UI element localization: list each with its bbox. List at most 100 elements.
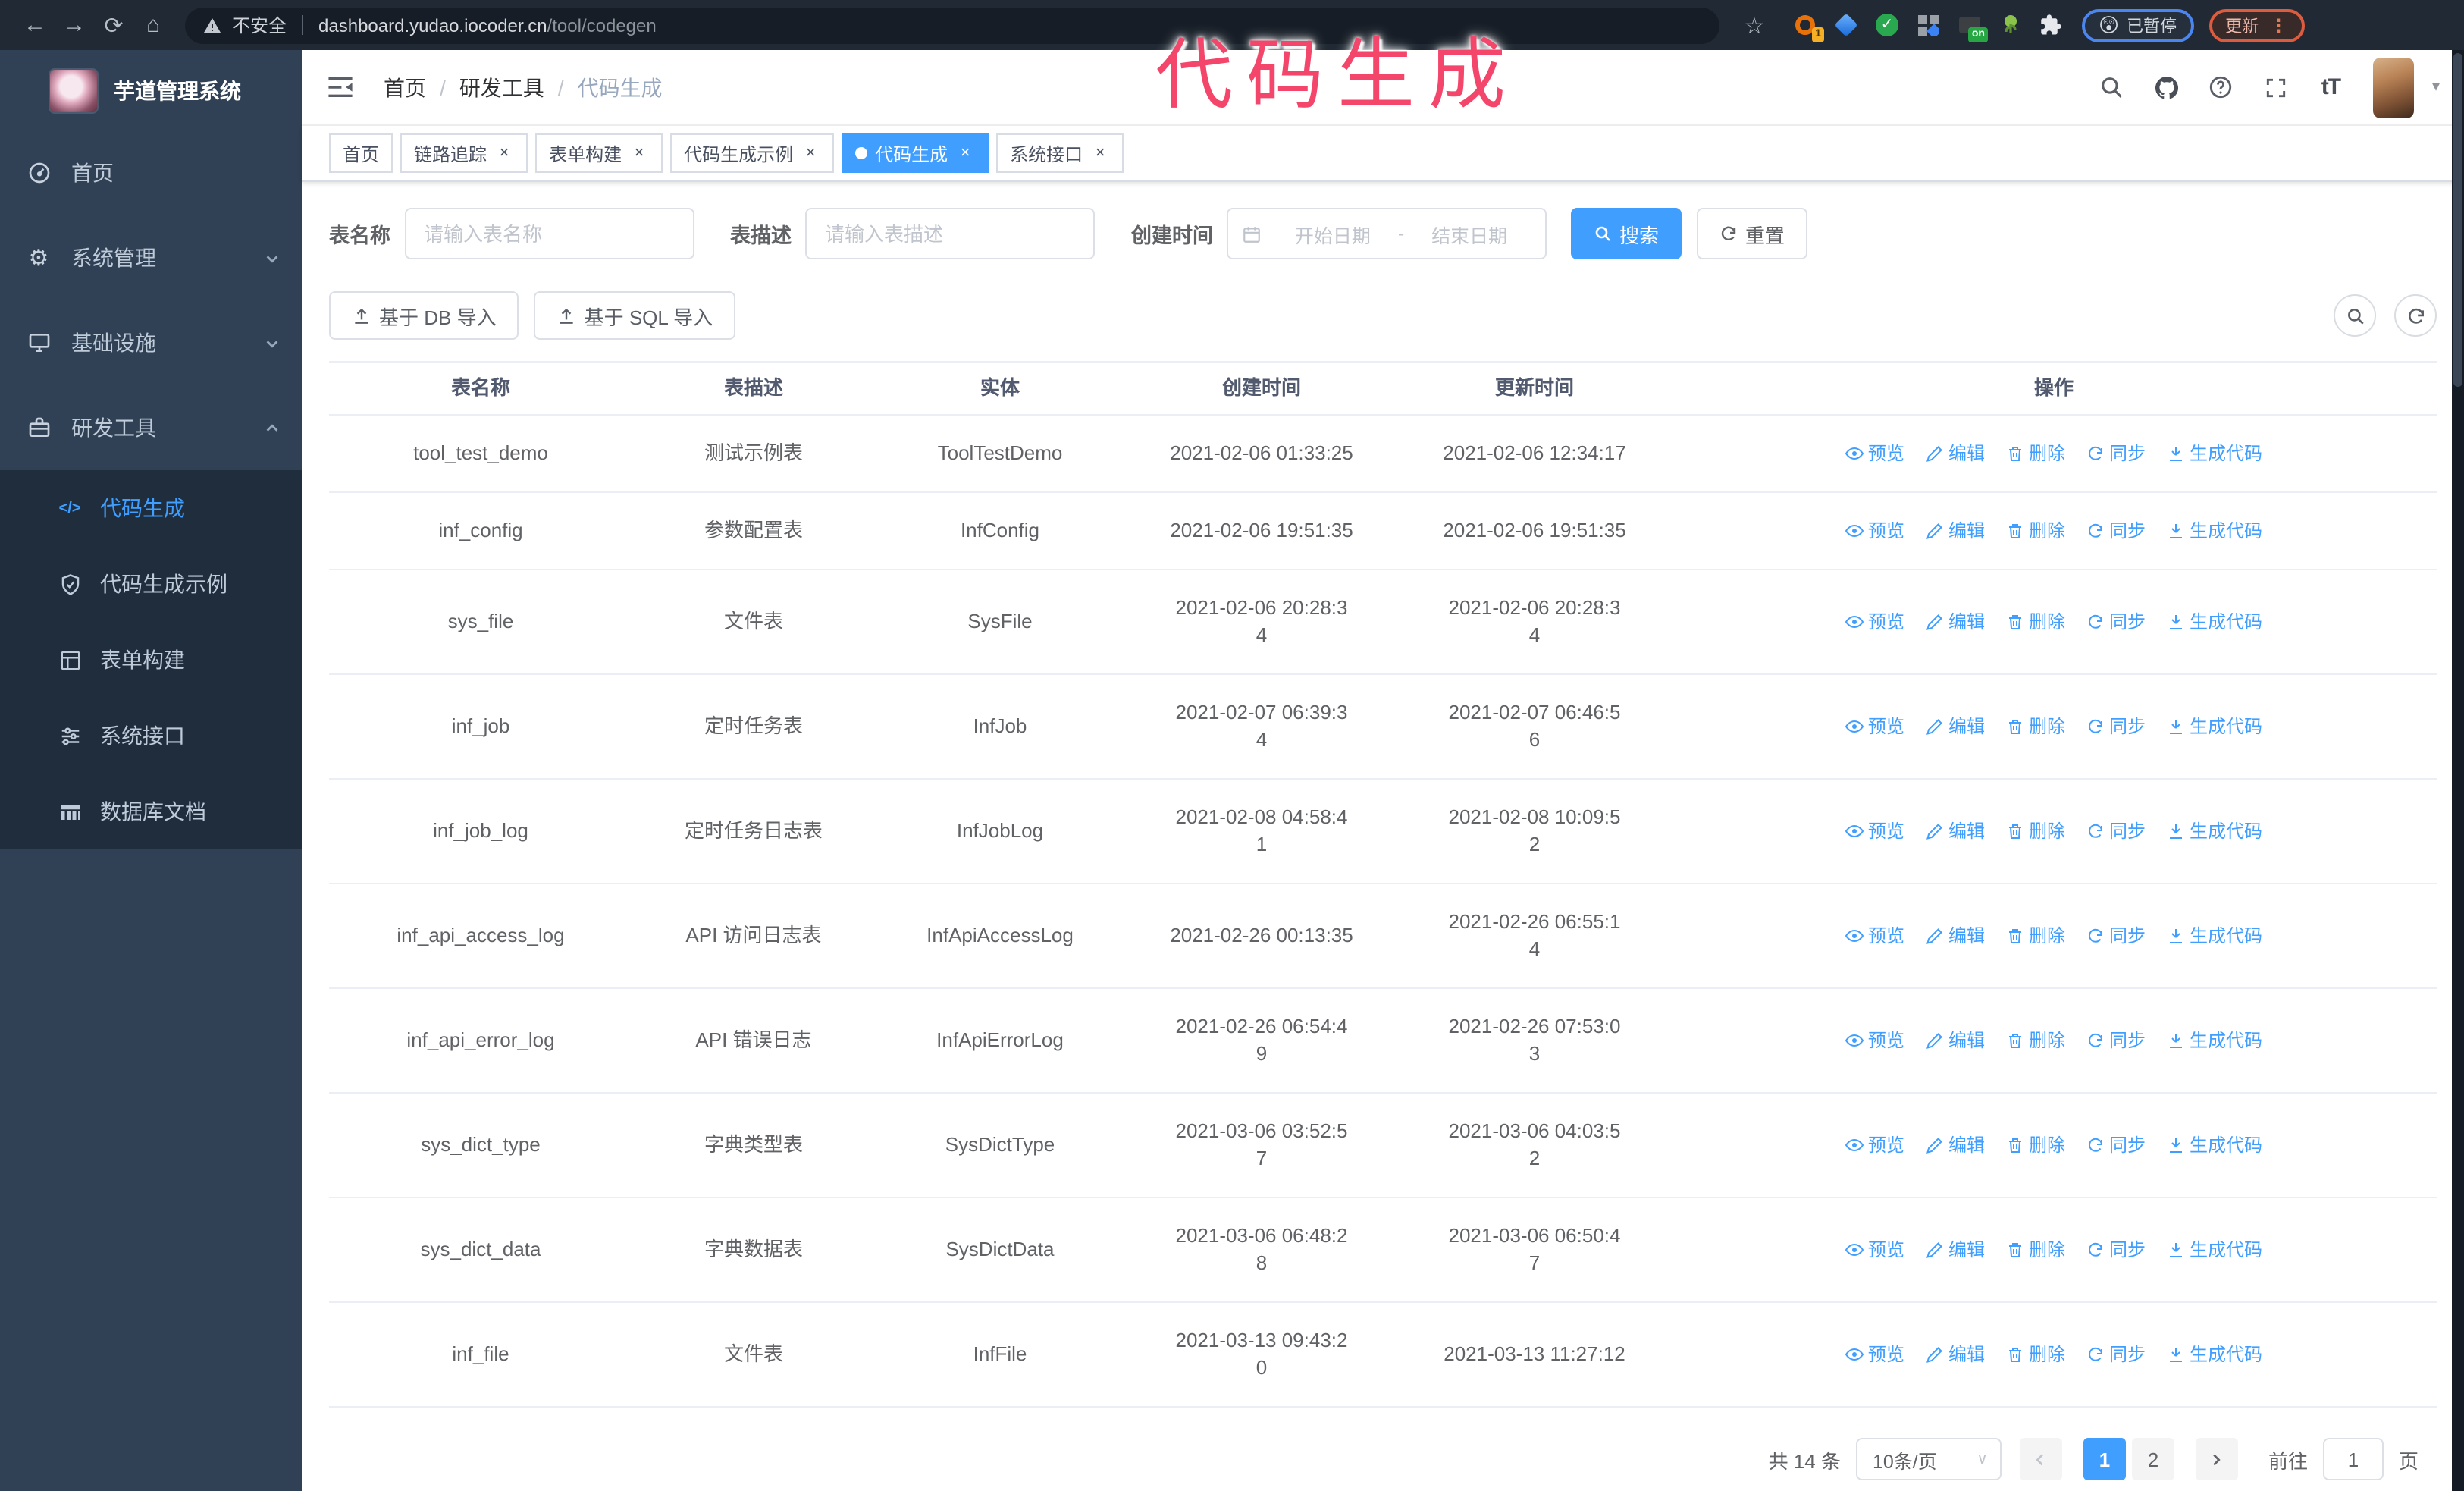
browser-forward-icon[interactable]: →	[55, 5, 94, 45]
generate-code-link[interactable]: 生成代码	[2167, 922, 2262, 950]
preview-link[interactable]: 预览	[1845, 818, 1904, 845]
tab-close-icon[interactable]: ×	[955, 143, 975, 163]
sync-link[interactable]: 同步	[2086, 608, 2146, 636]
date-range-picker[interactable]: 开始日期 - 结束日期	[1227, 208, 1547, 259]
generate-code-link[interactable]: 生成代码	[2167, 1027, 2262, 1054]
sidebar-item-db-doc[interactable]: 数据库文档	[0, 774, 302, 849]
extension-orange-icon[interactable]: 1	[1792, 12, 1824, 42]
edit-link[interactable]: 编辑	[1926, 440, 1985, 467]
preview-link[interactable]: 预览	[1845, 517, 1904, 545]
goto-page-input[interactable]	[2322, 1438, 2384, 1480]
prev-page-button[interactable]	[2019, 1438, 2062, 1480]
sidebar-item-home[interactable]: 首页	[0, 130, 302, 215]
fullscreen-icon[interactable]	[2252, 49, 2300, 125]
breadcrumb-item[interactable]: 首页	[384, 72, 426, 102]
edit-link[interactable]: 编辑	[1926, 1027, 1985, 1054]
edit-link[interactable]: 编辑	[1926, 922, 1985, 950]
table-desc-input[interactable]	[805, 208, 1095, 259]
extension-on-icon[interactable]: on	[1956, 12, 1988, 42]
header-search-icon[interactable]	[2088, 49, 2136, 125]
generate-code-link[interactable]: 生成代码	[2167, 713, 2262, 740]
tab-close-icon[interactable]: ×	[1090, 143, 1110, 163]
preview-link[interactable]: 预览	[1845, 1027, 1904, 1054]
generate-code-link[interactable]: 生成代码	[2167, 517, 2262, 545]
refresh-table-button[interactable]	[2394, 294, 2437, 337]
generate-code-link[interactable]: 生成代码	[2167, 608, 2262, 636]
profile-paused-pill[interactable]: 😲 已暂停	[2082, 8, 2194, 42]
extension-green-icon[interactable]	[1997, 12, 2023, 38]
delete-link[interactable]: 删除	[2006, 1341, 2065, 1368]
font-size-icon[interactable]: tT	[2306, 49, 2355, 125]
scrollbar-thumb[interactable]	[2453, 53, 2462, 387]
breadcrumb-item[interactable]: 研发工具	[459, 72, 544, 102]
sidebar-item-system-api[interactable]: 系统接口	[0, 698, 302, 774]
sync-link[interactable]: 同步	[2086, 1027, 2146, 1054]
preview-link[interactable]: 预览	[1845, 922, 1904, 950]
page-size-select[interactable]: 10条/页 ∨	[1855, 1438, 2002, 1480]
edit-link[interactable]: 编辑	[1926, 713, 1985, 740]
preview-link[interactable]: 预览	[1845, 440, 1904, 467]
edit-link[interactable]: 编辑	[1926, 517, 1985, 545]
generate-code-link[interactable]: 生成代码	[2167, 1341, 2262, 1368]
edit-link[interactable]: 编辑	[1926, 1236, 1985, 1263]
github-icon[interactable]	[2143, 49, 2191, 125]
delete-link[interactable]: 删除	[2006, 517, 2065, 545]
delete-link[interactable]: 删除	[2006, 818, 2065, 845]
toggle-search-button[interactable]	[2334, 294, 2376, 337]
sidebar-item-infra[interactable]: 基础设施	[0, 300, 302, 385]
reset-button[interactable]: 重置	[1697, 208, 1808, 259]
delete-link[interactable]: 删除	[2006, 1236, 2065, 1263]
sidebar-item-system[interactable]: ⚙ 系统管理	[0, 215, 302, 300]
sidebar-logo-row[interactable]: 芋道管理系统	[0, 50, 302, 130]
sidebar-toggle-icon[interactable]	[317, 64, 362, 110]
preview-link[interactable]: 预览	[1845, 608, 1904, 636]
sync-link[interactable]: 同步	[2086, 922, 2146, 950]
avatar-caret-icon[interactable]: ▾	[2432, 79, 2440, 96]
delete-link[interactable]: 删除	[2006, 440, 2065, 467]
sync-link[interactable]: 同步	[2086, 713, 2146, 740]
browser-reload-icon[interactable]: ⟳	[94, 5, 133, 45]
generate-code-link[interactable]: 生成代码	[2167, 1132, 2262, 1159]
chrome-update-button[interactable]: 更新 ⋮	[2209, 8, 2305, 42]
tab-close-icon[interactable]: ×	[494, 143, 514, 163]
tab[interactable]: 系统接口 ×	[996, 133, 1124, 173]
page-number-button[interactable]: 1	[2083, 1438, 2126, 1480]
browser-back-icon[interactable]: ←	[15, 5, 55, 45]
delete-link[interactable]: 删除	[2006, 1132, 2065, 1159]
preview-link[interactable]: 预览	[1845, 1236, 1904, 1263]
table-name-input[interactable]	[404, 208, 694, 259]
tab-close-icon[interactable]: ×	[801, 143, 820, 163]
extension-gem-icon[interactable]	[1833, 12, 1859, 38]
edit-link[interactable]: 编辑	[1926, 608, 1985, 636]
sidebar-item-codegen-demo[interactable]: 代码生成示例	[0, 546, 302, 622]
delete-link[interactable]: 删除	[2006, 1027, 2065, 1054]
extensions-puzzle-icon[interactable]	[2038, 12, 2064, 38]
user-avatar[interactable]	[2372, 57, 2414, 118]
edit-link[interactable]: 编辑	[1926, 1341, 1985, 1368]
preview-link[interactable]: 预览	[1845, 1341, 1904, 1368]
extension-check-icon[interactable]: ✓	[1874, 12, 1900, 38]
sync-link[interactable]: 同步	[2086, 1341, 2146, 1368]
generate-code-link[interactable]: 生成代码	[2167, 440, 2262, 467]
sync-link[interactable]: 同步	[2086, 1236, 2146, 1263]
tab[interactable]: 链路追踪 ×	[400, 133, 528, 173]
sync-link[interactable]: 同步	[2086, 440, 2146, 467]
delete-link[interactable]: 删除	[2006, 713, 2065, 740]
next-page-button[interactable]	[2195, 1438, 2238, 1480]
sync-link[interactable]: 同步	[2086, 1132, 2146, 1159]
delete-link[interactable]: 删除	[2006, 922, 2065, 950]
bookmark-star-icon[interactable]: ☆	[1735, 5, 1774, 45]
browser-home-icon[interactable]: ⌂	[133, 5, 173, 45]
help-icon[interactable]	[2197, 49, 2246, 125]
sync-link[interactable]: 同步	[2086, 517, 2146, 545]
preview-link[interactable]: 预览	[1845, 1132, 1904, 1159]
start-date-placeholder[interactable]: 开始日期	[1271, 219, 1395, 248]
import-sql-button[interactable]: 基于 SQL 导入	[534, 291, 736, 340]
generate-code-link[interactable]: 生成代码	[2167, 818, 2262, 845]
sync-link[interactable]: 同步	[2086, 818, 2146, 845]
edit-link[interactable]: 编辑	[1926, 1132, 1985, 1159]
sidebar-item-codegen[interactable]: </> 代码生成	[0, 470, 302, 546]
tab-close-icon[interactable]: ×	[629, 143, 649, 163]
tab[interactable]: 代码生成 ×	[842, 133, 989, 173]
search-button[interactable]: 搜索	[1571, 208, 1682, 259]
